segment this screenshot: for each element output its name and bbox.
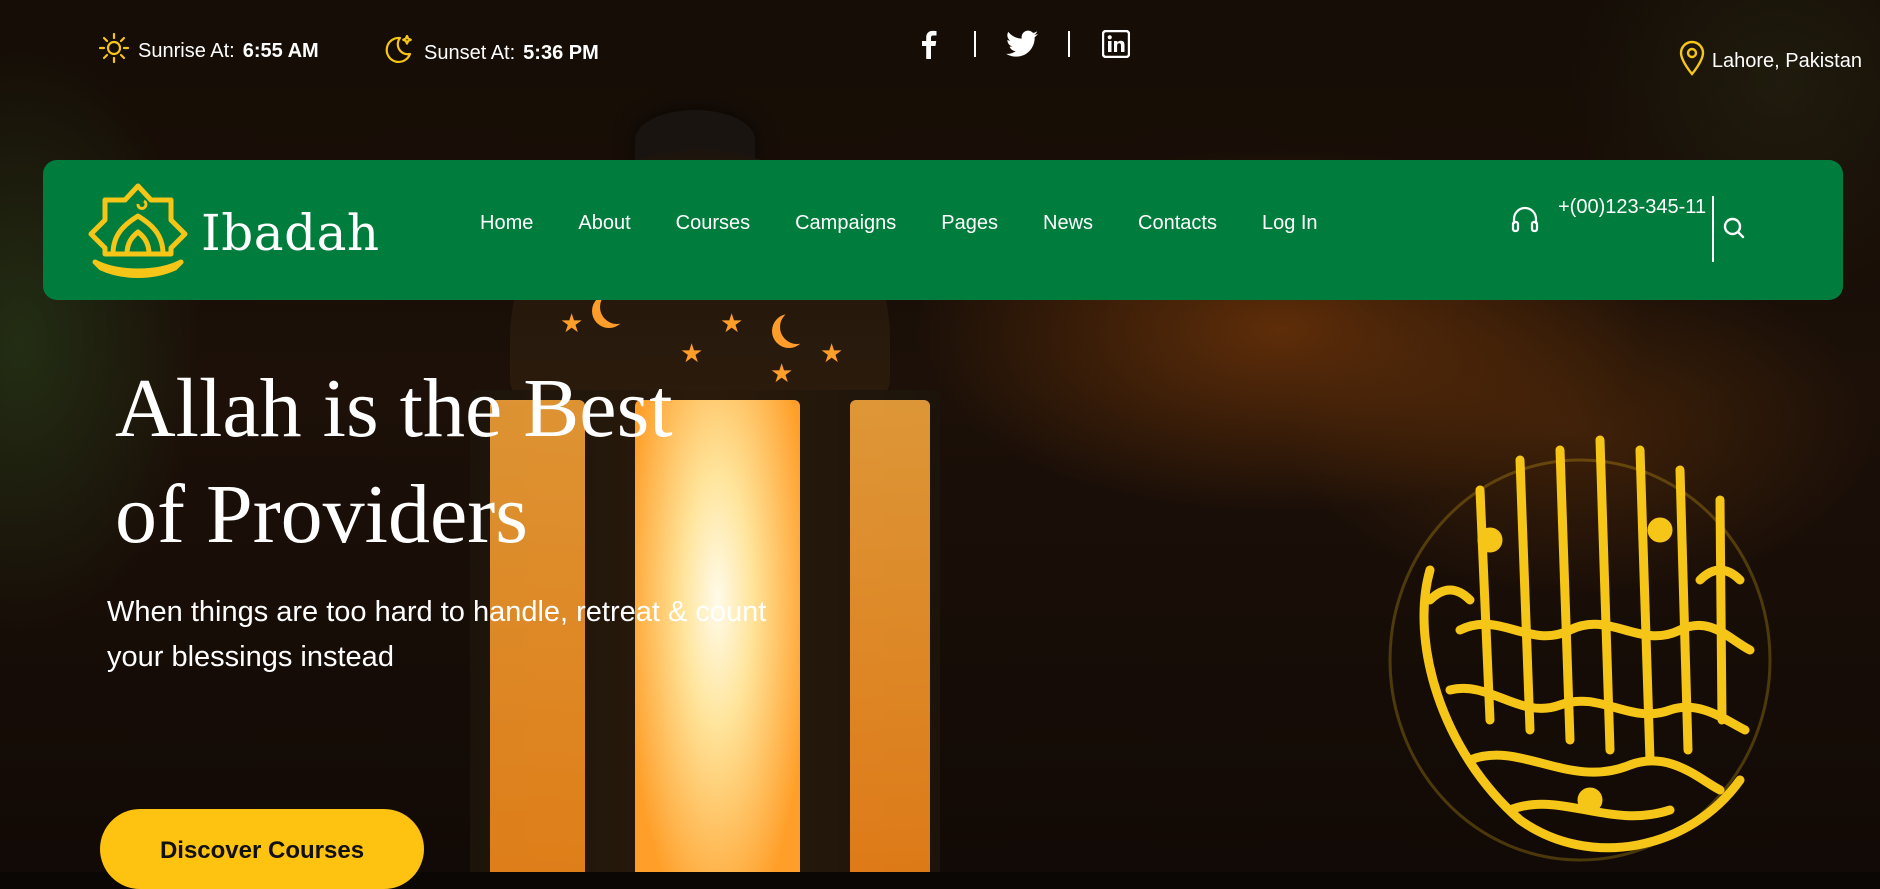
calligraphy-image bbox=[1370, 420, 1790, 872]
hero-title: Allah is the Best of Providers bbox=[115, 356, 875, 568]
hero-title-line1: Allah is the Best bbox=[115, 362, 673, 455]
sunset-time: 5:36 PM bbox=[523, 41, 599, 64]
discover-courses-button[interactable]: Discover Courses bbox=[100, 809, 424, 889]
phone-number: +(00)123-345-11 bbox=[1558, 196, 1707, 218]
facebook-icon[interactable] bbox=[912, 28, 944, 60]
site-logo[interactable]: Ibadah bbox=[83, 182, 380, 283]
sun-icon bbox=[98, 32, 130, 70]
main-navbar: Ibadah Home About Courses Campaigns Page… bbox=[43, 160, 1843, 300]
top-info-bar: Sunrise At: 6:55 AM Sunset At: 5:36 PM L… bbox=[0, 0, 1880, 100]
nav-item-campaigns[interactable]: Campaigns bbox=[795, 212, 896, 235]
nav-menu: Home About Courses Campaigns Pages News … bbox=[480, 212, 1318, 235]
sunset-info: Sunset At: 5:36 PM bbox=[380, 32, 599, 74]
sunset-label: Sunset At: bbox=[424, 41, 516, 64]
nav-item-news[interactable]: News bbox=[1043, 212, 1093, 235]
mosque-logo-icon bbox=[83, 182, 193, 283]
linkedin-icon[interactable] bbox=[1100, 28, 1132, 60]
social-divider bbox=[974, 31, 976, 57]
sunrise-time: 6:55 AM bbox=[242, 39, 319, 62]
social-links bbox=[912, 28, 1132, 60]
sunrise-label: Sunrise At: bbox=[138, 39, 235, 62]
nav-item-about[interactable]: About bbox=[578, 212, 630, 235]
map-pin-icon bbox=[1678, 40, 1706, 82]
twitter-icon[interactable] bbox=[1006, 28, 1038, 60]
search-button[interactable] bbox=[1720, 216, 1748, 244]
search-icon bbox=[1722, 216, 1746, 245]
logo-text: Ibadah bbox=[201, 203, 380, 262]
nav-item-home[interactable]: Home bbox=[480, 212, 533, 235]
moon-icon bbox=[380, 32, 416, 74]
hero-subtitle-line1: When things are too hard to handle, retr… bbox=[107, 596, 767, 628]
social-divider bbox=[1068, 31, 1070, 57]
nav-item-contacts[interactable]: Contacts bbox=[1138, 212, 1217, 235]
headset-icon bbox=[1510, 204, 1540, 240]
location-info: Lahore, Pakistan bbox=[1678, 40, 1862, 82]
hero-title-line2: of Providers bbox=[115, 468, 528, 561]
location-text: Lahore, Pakistan bbox=[1711, 49, 1862, 72]
hero-subtitle-line2: your blessings instead bbox=[107, 641, 394, 673]
nav-item-login[interactable]: Log In bbox=[1262, 212, 1318, 235]
nav-divider bbox=[1712, 196, 1714, 262]
hero-subtitle: When things are too hard to handle, retr… bbox=[107, 590, 827, 680]
sunrise-info: Sunrise At: 6:55 AM bbox=[98, 32, 319, 70]
nav-item-pages[interactable]: Pages bbox=[941, 212, 998, 235]
phone-contact[interactable]: +(00)123-345-11 bbox=[1510, 196, 1706, 240]
nav-item-courses[interactable]: Courses bbox=[676, 212, 750, 235]
